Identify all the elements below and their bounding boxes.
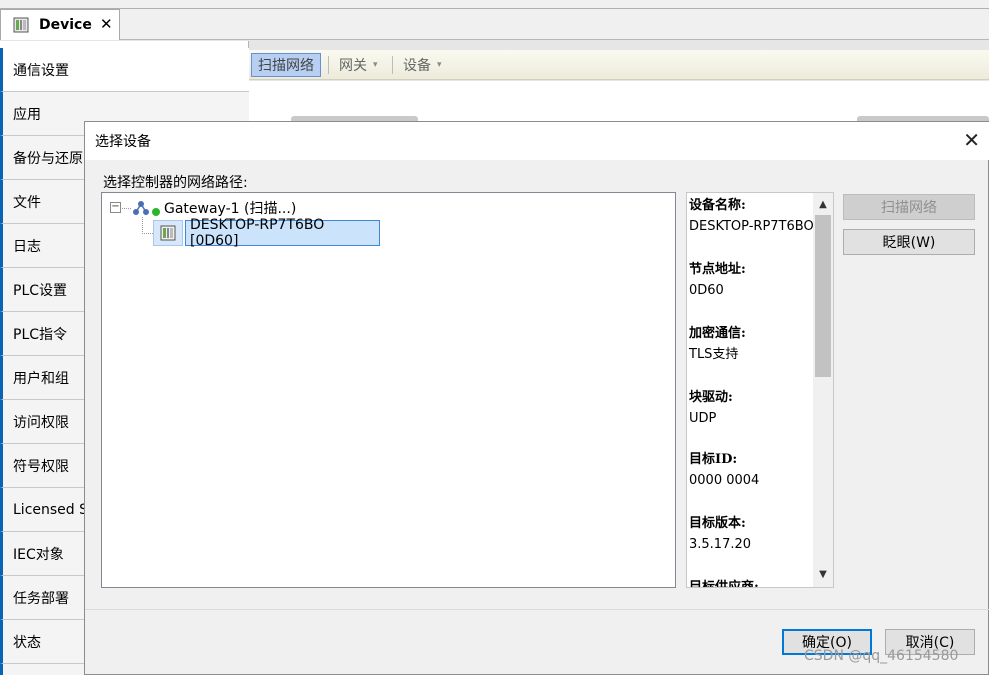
info-entry: 目标ID: 0000 0004 (689, 449, 813, 491)
wink-label: 眨眼(W) (882, 235, 936, 251)
sidebar-item-label: 日志 (13, 238, 41, 255)
scrollbar-thumb[interactable] (815, 215, 831, 377)
info-key: 目标供应商: (689, 580, 759, 588)
toolbar-separator (328, 56, 329, 74)
info-entry: 加密通信: TLS支持 (689, 323, 813, 365)
info-key: 目标ID: (689, 452, 738, 467)
tree-connector (122, 208, 131, 209)
watermark: CSDN @qq_46154580 (804, 648, 959, 664)
gateway-menu-label: 网关 (339, 58, 367, 74)
comm-toolbar: 扫描网络 网关 ▾ 设备 ▾ (249, 50, 989, 80)
tree-connector (142, 217, 143, 234)
info-value: 3.5.17.20 (689, 537, 752, 552)
network-tree[interactable]: − Gateway-1 (扫描...) DESKTOP-RP7T6BO [0D6… (101, 192, 676, 588)
info-value: TLS支持 (689, 347, 739, 362)
dialog-titlebar: 选择设备 ✕ (85, 122, 989, 160)
info-key: 块驱动: (689, 390, 733, 405)
sidebar-item-label: IEC对象 (13, 546, 64, 563)
sidebar-item-label: 任务部署 (13, 590, 69, 607)
toolbar-separator (392, 56, 393, 74)
select-device-dialog: 选择设备 ✕ 选择控制器的网络路径: − Gateway-1 (扫描...) D… (84, 121, 989, 675)
close-tab-icon[interactable]: ✕ (100, 15, 113, 33)
collapse-icon[interactable]: − (110, 202, 121, 213)
tab-label: Device (39, 17, 92, 33)
gateway-menu-button[interactable]: 网关 ▾ (333, 53, 384, 77)
sidebar-item-label: 用户和组 (13, 370, 69, 387)
sidebar-item-label: 访问权限 (13, 414, 69, 431)
device-info-panel: 设备名称: DESKTOP-RP7T6BO 节点地址: 0D60 加密通信: T… (686, 192, 834, 588)
info-entry: 目标版本: 3.5.17.20 (689, 513, 813, 555)
info-value: 0000 0004 (689, 473, 760, 488)
dialog-title: 选择设备 (95, 134, 151, 150)
info-scrollbar[interactable]: ▲ ▼ (813, 193, 833, 587)
device-menu-button[interactable]: 设备 ▾ (397, 53, 448, 77)
device-icon (13, 17, 29, 33)
dialog-scan-label: 扫描网络 (881, 200, 937, 216)
network-path-label: 选择控制器的网络路径: (103, 175, 248, 191)
tree-connector (142, 233, 153, 234)
gateway-node[interactable]: Gateway-1 (扫描...) (132, 198, 296, 218)
info-value: UDP (689, 411, 717, 426)
chevron-down-icon: ▾ (373, 60, 378, 70)
tab-strip-border (0, 8, 989, 9)
sidebar-item-label: 应用 (13, 106, 41, 123)
info-value: DESKTOP-RP7T6BO (689, 219, 814, 234)
dialog-scan-network-button[interactable]: 扫描网络 (843, 194, 975, 220)
device-menu-label: 设备 (403, 58, 431, 74)
scroll-up-icon[interactable]: ▲ (813, 195, 833, 215)
scroll-down-icon[interactable]: ▼ (813, 565, 833, 585)
info-entry: 节点地址: 0D60 (689, 259, 813, 301)
info-entry: 块驱动: UDP (689, 387, 813, 429)
sidebar-item-label: 通信设置 (13, 62, 69, 79)
device-node-selected[interactable]: DESKTOP-RP7T6BO [0D60] (153, 217, 380, 249)
close-dialog-icon[interactable]: ✕ (963, 130, 980, 150)
info-key: 节点地址: (689, 262, 746, 277)
info-key: 设备名称: (689, 198, 746, 213)
dialog-footer-divider (85, 609, 989, 610)
chevron-down-icon: ▾ (437, 60, 442, 70)
info-value: 0D60 (689, 283, 724, 298)
info-entry: 目标供应商: (689, 577, 813, 588)
gateway-label: Gateway-1 (扫描...) (164, 201, 297, 217)
sidebar-item-label: PLC指令 (13, 326, 68, 343)
wink-button[interactable]: 眨眼(W) (843, 229, 975, 255)
sidebar-item-label: 状态 (13, 634, 41, 651)
scan-network-button[interactable]: 扫描网络 (251, 53, 321, 77)
sidebar-item-communication-settings[interactable]: 通信设置 (0, 48, 249, 92)
device-info-list: 设备名称: DESKTOP-RP7T6BO 节点地址: 0D60 加密通信: T… (689, 195, 814, 588)
info-key: 加密通信: (689, 326, 746, 341)
document-tab-strip: Device ✕ (0, 0, 989, 40)
info-entry: 设备名称: DESKTOP-RP7T6BO (689, 195, 814, 237)
tab-device[interactable]: Device ✕ (0, 9, 120, 40)
sidebar-item-label: 符号权限 (13, 458, 69, 475)
gateway-icon (132, 199, 162, 217)
device-node-label: DESKTOP-RP7T6BO [0D60] (185, 217, 380, 249)
sidebar-item-label: 备份与还原 (13, 150, 83, 167)
scan-network-label: 扫描网络 (258, 58, 314, 74)
info-key: 目标版本: (689, 516, 746, 531)
sidebar-item-label: PLC设置 (13, 282, 68, 299)
sidebar-item-label: 文件 (13, 194, 41, 211)
plc-device-icon (153, 220, 183, 246)
